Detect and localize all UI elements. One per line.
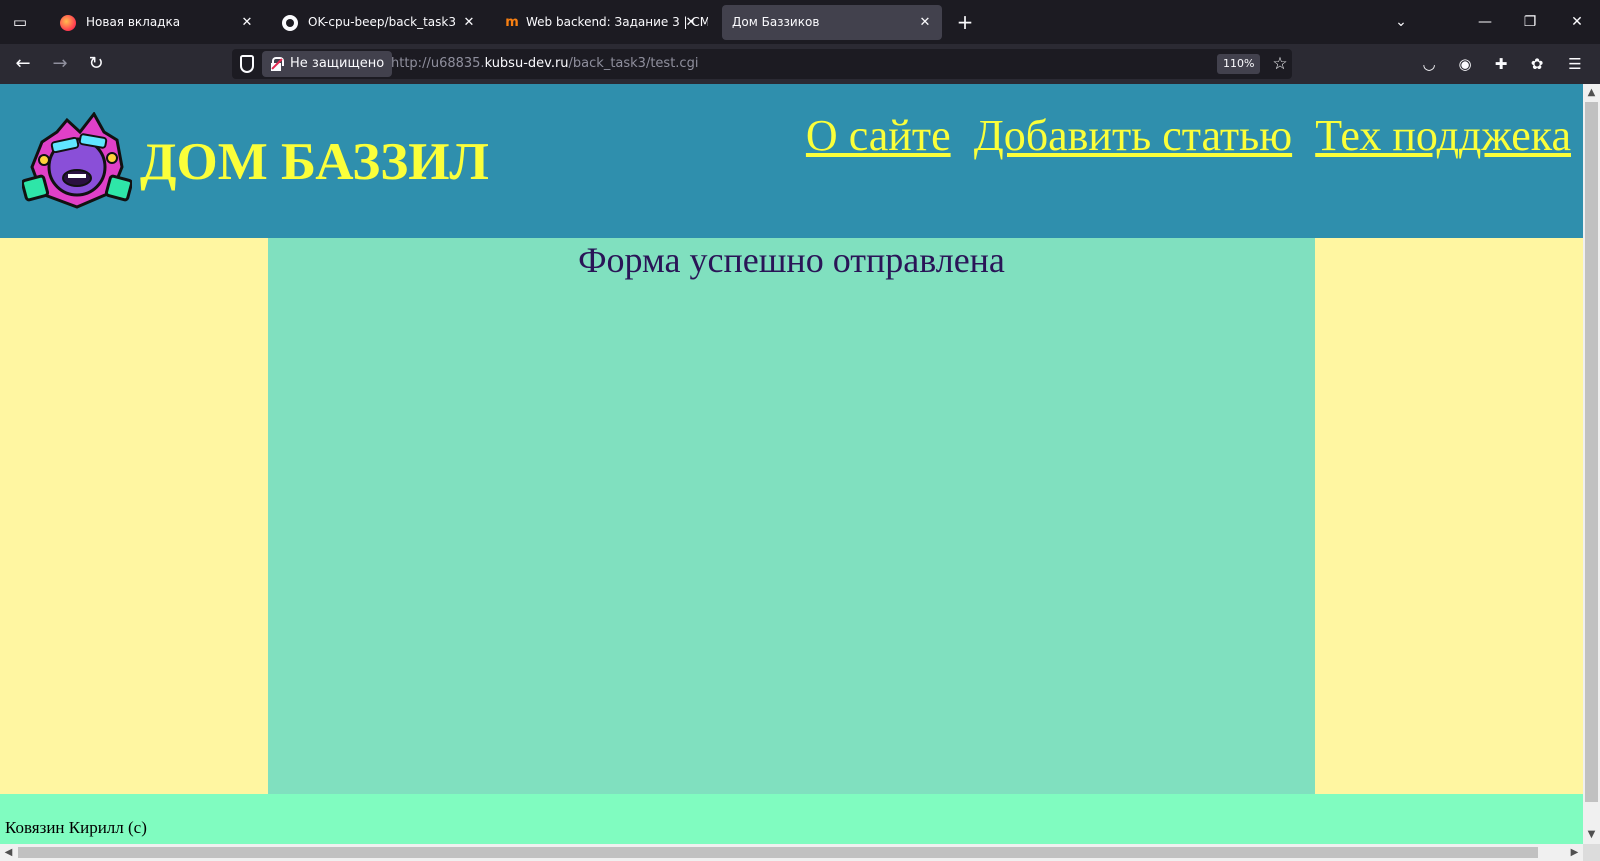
site-nav: О сайте Добавить статью Тех подджека (788, 106, 1571, 166)
minimize-icon[interactable]: — (1470, 8, 1500, 36)
nav-link-add-article[interactable]: Добавить статью (974, 106, 1292, 166)
footer-copyright: Ковязин Кирилл (с) (5, 818, 147, 837)
menu-icon[interactable]: ☰ (1562, 51, 1588, 77)
bookmark-star-icon[interactable]: ☆ (1267, 51, 1293, 77)
zoom-level-badge[interactable]: 110% (1217, 54, 1261, 74)
left-sidebar (0, 238, 268, 794)
restore-icon[interactable]: ❐ (1515, 8, 1545, 36)
scroll-down-arrow-icon[interactable]: ▼ (1583, 826, 1600, 843)
close-icon[interactable]: ✕ (682, 5, 700, 40)
site-footer: Ковязин Кирилл (с) (0, 794, 1583, 851)
tab-moodle[interactable]: m Web backend: Задание 3 | СМД ✕ (490, 5, 708, 40)
vertical-scrollbar[interactable]: ▲ ▼ (1583, 84, 1600, 844)
tab-dom-bazzikov[interactable]: Дом Баззиков ✕ (722, 5, 942, 40)
vertical-scroll-thumb[interactable] (1585, 102, 1598, 802)
tab-title: Новая вкладка (86, 15, 181, 29)
addon-icon[interactable]: ✿ (1524, 51, 1550, 77)
site-title: ДОМ БАЗЗИЛ (140, 133, 489, 191)
scroll-up-arrow-icon[interactable]: ▲ (1583, 84, 1600, 101)
address-bar[interactable]: Не защищено http://u68835.kubsu-dev.ru/b… (232, 49, 1292, 79)
form-success-heading: Форма успешно отправлена (578, 240, 1005, 280)
tracking-shield-icon[interactable] (240, 55, 254, 73)
tab-title: Дом Баззиков (732, 15, 820, 29)
tab-github[interactable]: OK-cpu-beep/back_task3 ✕ (268, 5, 486, 40)
reload-icon[interactable]: ↻ (83, 51, 109, 77)
site-security-indicator[interactable]: Не защищено (262, 51, 393, 77)
navigation-toolbar: ← → ↻ Не защищено http://u68835.kubsu-de… (0, 44, 1600, 84)
firefox-view-icon[interactable]: ▭ (8, 10, 32, 34)
url-prefix: http://u68835. (391, 56, 485, 71)
new-tab-button[interactable]: + (953, 10, 977, 34)
main-content: Форма успешно отправлена (268, 238, 1315, 794)
scroll-right-arrow-icon[interactable]: ▶ (1566, 844, 1583, 861)
github-icon (282, 15, 298, 31)
page-viewport: ДОМ БАЗЗИЛ О сайте Добавить статью Тех п… (0, 84, 1600, 861)
nav-link-support[interactable]: Тех подджека (1315, 106, 1571, 166)
scrollbar-corner (1583, 844, 1600, 861)
tab-title: Web backend: Задание 3 | СМД (526, 15, 708, 29)
tab-strip: ▭ Новая вкладка ✕ OK-cpu-beep/back_task3… (0, 0, 1600, 44)
scroll-left-arrow-icon[interactable]: ◀ (0, 844, 17, 861)
back-arrow-icon[interactable]: ← (10, 51, 36, 77)
close-icon[interactable]: ✕ (460, 5, 478, 40)
tab-title: OK-cpu-beep/back_task3 (308, 15, 456, 29)
forward-arrow-icon[interactable]: → (47, 51, 73, 77)
security-label: Не защищено (290, 56, 385, 71)
site-logo (22, 112, 132, 209)
moodle-icon: m (505, 15, 519, 30)
firefox-icon (60, 15, 76, 31)
tab-list-chevron-icon[interactable]: ⌄ (1386, 8, 1416, 36)
site-header: ДОМ БАЗЗИЛ О сайте Добавить статью Тех п… (0, 84, 1583, 238)
account-icon[interactable]: ◉ (1452, 51, 1478, 77)
window-close-icon[interactable]: ✕ (1562, 8, 1592, 36)
tab-new-tab[interactable]: Новая вкладка ✕ (46, 5, 264, 40)
horizontal-scroll-thumb[interactable] (18, 847, 1538, 858)
extensions-icon[interactable]: ✚ (1488, 51, 1514, 77)
close-icon[interactable]: ✕ (238, 5, 256, 40)
nav-link-about[interactable]: О сайте (806, 106, 951, 166)
close-icon[interactable]: ✕ (916, 5, 934, 40)
pocket-icon[interactable]: ◡ (1416, 51, 1442, 77)
url-path: /back_task3/test.cgi (568, 56, 699, 71)
right-sidebar (1315, 238, 1583, 794)
url-text[interactable]: http://u68835.kubsu-dev.ru/back_task3/te… (391, 49, 698, 79)
horizontal-scrollbar[interactable]: ◀ ▶ (0, 844, 1583, 861)
url-domain: kubsu-dev.ru (484, 56, 569, 71)
insecure-lock-icon (271, 57, 284, 71)
